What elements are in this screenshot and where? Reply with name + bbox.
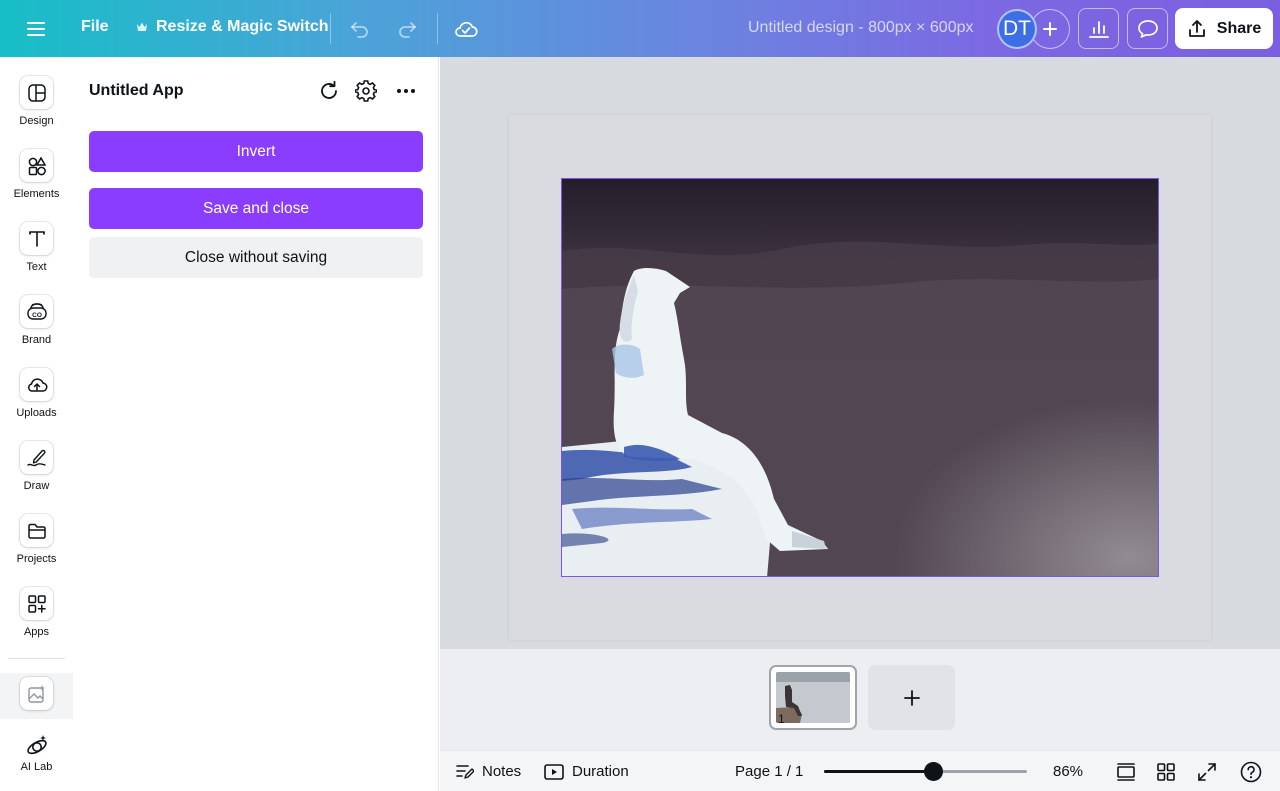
close-without-saving-button[interactable]: Close without saving	[89, 237, 423, 278]
apps-icon	[20, 587, 53, 620]
help-icon[interactable]	[1240, 761, 1262, 783]
invert-button[interactable]: Invert	[89, 131, 423, 172]
resize-button[interactable]: Resize & Magic Switch	[136, 18, 329, 36]
fullscreen-icon[interactable]	[1196, 761, 1218, 783]
rail-item-brand[interactable]: CO Brand	[0, 295, 73, 346]
rail-label: Brand	[21, 334, 52, 346]
refresh-icon[interactable]	[316, 78, 342, 104]
inverted-photo[interactable]	[561, 178, 1159, 577]
comment-icon[interactable]	[1127, 8, 1168, 49]
app-panel: Untitled App Invert Save and close Close…	[73, 57, 439, 791]
insights-chart-icon[interactable]	[1078, 8, 1119, 49]
rail-label: Projects	[16, 553, 57, 565]
notes-icon	[456, 764, 474, 780]
page-number: 1	[778, 712, 785, 726]
rail-item-draw[interactable]: Draw	[0, 441, 73, 492]
left-rail: Design Elements Text CO Brand Uploads Dr…	[0, 57, 73, 791]
page-label: Page 1 / 1	[735, 763, 804, 780]
plus-icon	[903, 689, 920, 706]
rail-label: Draw	[23, 480, 50, 492]
rail-item-text[interactable]: Text	[0, 222, 73, 273]
rail-divider	[8, 658, 65, 659]
rail-item-magic-media[interactable]	[0, 677, 73, 710]
elements-icon	[20, 149, 53, 182]
rail-item-apps[interactable]: Apps	[0, 587, 73, 638]
rail-item-elements[interactable]: Elements	[0, 149, 73, 200]
duration-label: Duration	[572, 763, 629, 780]
panel-title: Untitled App	[89, 82, 184, 99]
redo-icon[interactable]	[392, 14, 422, 44]
share-button[interactable]: Share	[1175, 8, 1273, 49]
rail-label: Uploads	[16, 407, 57, 419]
folder-icon	[20, 514, 53, 547]
share-label: Share	[1216, 19, 1262, 37]
duration-button[interactable]: Duration	[544, 763, 629, 780]
play-icon	[544, 763, 564, 780]
grid-view-icon[interactable]	[1155, 761, 1177, 783]
pages-view-icon[interactable]	[1115, 761, 1137, 783]
draw-icon	[20, 441, 53, 474]
rail-item-uploads[interactable]: Uploads	[0, 368, 73, 419]
page-indicator[interactable]: Page 1 / 1	[735, 763, 803, 780]
crown-icon	[136, 21, 148, 33]
editor-canvas-area	[440, 57, 1280, 649]
text-icon	[20, 222, 53, 255]
design-icon	[20, 76, 53, 109]
page-thumbnail[interactable]: 1	[769, 665, 857, 730]
avatar[interactable]: DT	[997, 9, 1037, 49]
notes-label: Notes	[482, 763, 522, 780]
zoom-slider-handle[interactable]	[924, 762, 944, 781]
add-page-button[interactable]	[868, 665, 955, 730]
undo-icon[interactable]	[345, 14, 375, 44]
header-divider	[330, 13, 331, 44]
zoom-slider[interactable]	[824, 762, 1027, 781]
notes-button[interactable]: Notes	[456, 763, 521, 780]
file-menu-button[interactable]: File	[81, 18, 109, 36]
rail-label: Design	[19, 115, 54, 127]
design-page[interactable]	[509, 115, 1211, 640]
rail-label: Text	[26, 261, 47, 273]
zoom-slider-fill	[824, 770, 934, 773]
brand-icon: CO	[20, 295, 53, 328]
cloud-saved-icon[interactable]	[451, 14, 481, 44]
gear-icon[interactable]	[353, 78, 379, 104]
zoom-label: 86%	[1053, 763, 1084, 780]
share-icon	[1187, 19, 1207, 39]
image-sparkle-icon	[20, 677, 53, 710]
ai-lab-icon	[24, 733, 50, 759]
zoom-level-button[interactable]: 86%	[1053, 763, 1083, 780]
thumbnail-image	[776, 672, 850, 723]
menu-icon[interactable]	[20, 16, 52, 42]
upload-cloud-icon	[20, 368, 53, 401]
top-bar: File Resize & Magic Switch Untitled desi…	[0, 0, 1280, 57]
more-options-icon[interactable]	[393, 78, 419, 104]
page-strip: 1	[440, 649, 1280, 750]
header-divider	[437, 13, 438, 44]
footer-bar: Notes Duration Page 1 / 1 86%	[440, 750, 1280, 791]
rail-label: Apps	[23, 626, 50, 638]
document-title[interactable]: Untitled design - 800px × 600px	[748, 19, 973, 37]
rail-label: AI Lab	[20, 761, 53, 773]
rail-item-projects[interactable]: Projects	[0, 514, 73, 565]
rail-item-design[interactable]: Design	[0, 76, 73, 127]
resize-label: Resize & Magic Switch	[156, 18, 329, 35]
rail-item-ai-lab[interactable]: AI Lab	[0, 733, 73, 773]
svg-text:CO: CO	[32, 312, 42, 319]
rail-label: Elements	[13, 188, 60, 200]
save-and-close-button[interactable]: Save and close	[89, 188, 423, 229]
